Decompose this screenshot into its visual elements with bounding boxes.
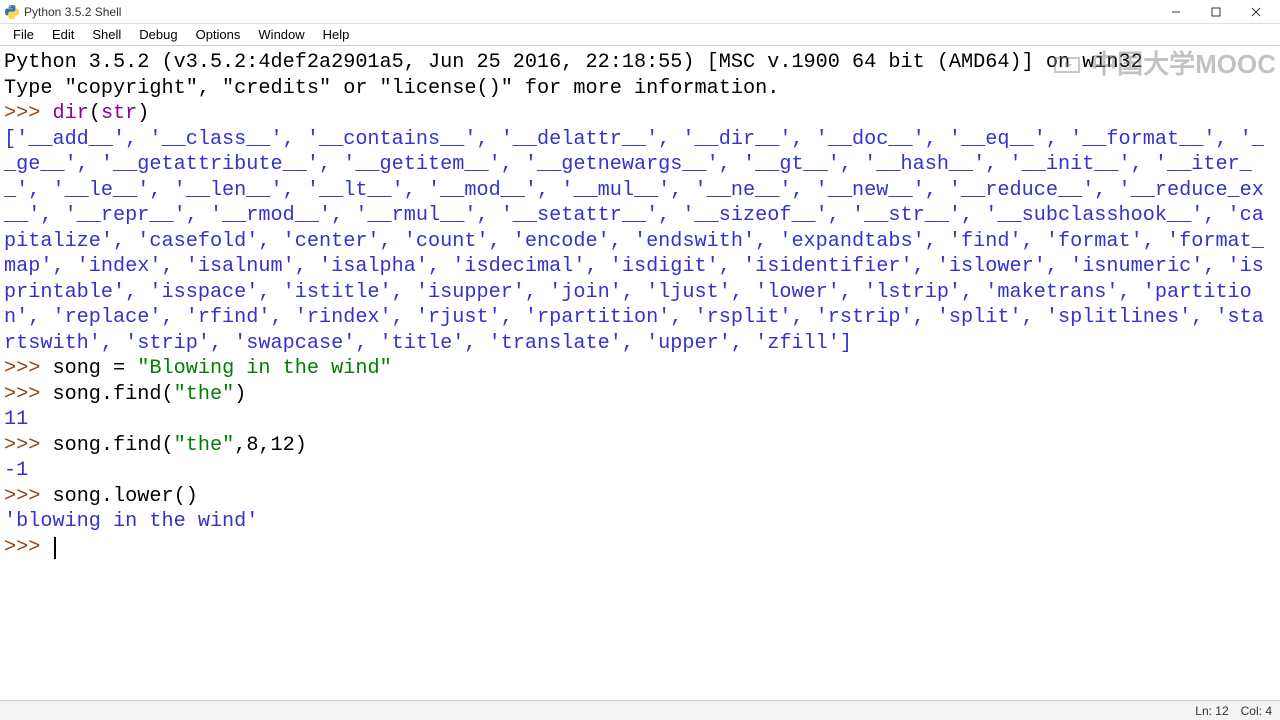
lower-result: 'blowing in the wind' bbox=[4, 510, 258, 533]
prompt: >>> bbox=[4, 102, 52, 125]
statusbar: Ln: 12 Col: 4 bbox=[0, 700, 1280, 720]
prompt: >>> bbox=[4, 383, 52, 406]
builtin-dir: dir bbox=[52, 102, 88, 125]
find-result-2: -1 bbox=[4, 459, 28, 482]
menu-shell[interactable]: Shell bbox=[83, 25, 130, 44]
assign-statement: song = bbox=[52, 357, 137, 380]
close-button[interactable] bbox=[1236, 1, 1276, 23]
status-line: Ln: 12 bbox=[1195, 704, 1228, 718]
prompt: >>> bbox=[4, 357, 52, 380]
find-result-1: 11 bbox=[4, 408, 28, 431]
prompt: >>> bbox=[4, 434, 52, 457]
text-cursor bbox=[54, 537, 56, 559]
status-col: Col: 4 bbox=[1241, 704, 1272, 718]
window-title: Python 3.5.2 Shell bbox=[24, 5, 1156, 19]
maximize-button[interactable] bbox=[1196, 1, 1236, 23]
dir-output: ['__add__', '__class__', '__contains__',… bbox=[4, 128, 1264, 355]
banner-line1: Python 3.5.2 (v3.5.2:4def2a2901a5, Jun 2… bbox=[4, 51, 1143, 74]
menu-window[interactable]: Window bbox=[249, 25, 313, 44]
find-call-2: song.find( bbox=[52, 434, 173, 457]
menu-options[interactable]: Options bbox=[187, 25, 250, 44]
banner-line2: Type "copyright", "credits" or "license(… bbox=[4, 77, 779, 100]
prompt: >>> bbox=[4, 485, 52, 508]
menubar: File Edit Shell Debug Options Window Hel… bbox=[0, 24, 1280, 46]
prompt: >>> bbox=[4, 536, 52, 559]
window-controls bbox=[1156, 1, 1276, 23]
lower-call: song.lower() bbox=[52, 485, 197, 508]
find-call-1: song.find( bbox=[52, 383, 173, 406]
menu-file[interactable]: File bbox=[4, 25, 43, 44]
titlebar: Python 3.5.2 Shell bbox=[0, 0, 1280, 24]
menu-debug[interactable]: Debug bbox=[130, 25, 186, 44]
menu-help[interactable]: Help bbox=[314, 25, 359, 44]
menu-edit[interactable]: Edit bbox=[43, 25, 83, 44]
minimize-button[interactable] bbox=[1156, 1, 1196, 23]
python-icon bbox=[4, 4, 20, 20]
shell-content[interactable]: Python 3.5.2 (v3.5.2:4def2a2901a5, Jun 2… bbox=[0, 46, 1280, 700]
